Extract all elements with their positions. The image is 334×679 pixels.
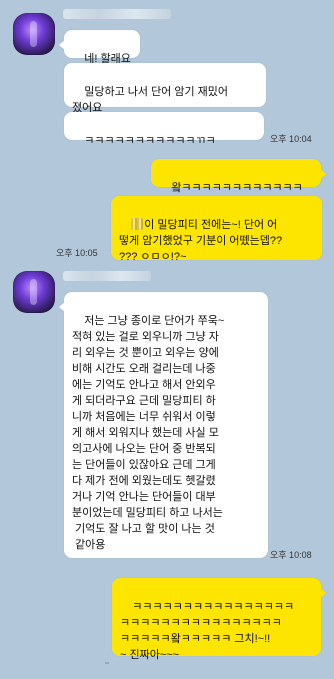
incoming-message-1[interactable]: 네! 할래요 [59, 30, 140, 65]
message-text-5: 이 밀당피티 전에는~! 단어 어 떻게 암기했었구 기분이 어뗐는뎁?? ??… [119, 219, 283, 263]
message-text-3: ㅋㅋㅋㅋㅋㅋㅋㅋㅋㅋㅋㄲㅋ [84, 135, 216, 147]
outgoing-message-3[interactable]: ㅋㅋㅋㅋㅋㅋㅋㅋㅋㅋㅋㅋㅋㅋㅋㅋ ㅋㅋㅋㅋㅋㅋㅋㅋㅋㅋㅋㅋㅋㅋㅋㅋ ㅋㅋㅋㅋㅋ왘… [112, 578, 326, 661]
incoming-message-4[interactable]: 저는 그냥 종이로 단어가 쭈욱~ 적혀 있는 걸로 외우니까 그냥 자 리 외… [59, 292, 268, 558]
sender-avatar[interactable] [13, 13, 55, 55]
message-time-1: 오후 10:04 [270, 134, 312, 144]
incoming-message-2[interactable]: 밀당하고 나서 단어 암기 재밌어 졌어요 [64, 63, 266, 114]
message-time-2: 오후 10:05 [56, 248, 98, 258]
message-text-2: 밀당하고 나서 단어 암기 재밌어 졌어요 [72, 86, 229, 114]
incoming-message-3[interactable]: ㅋㅋㅋㅋㅋㅋㅋㅋㅋㅋㅋㄲㅋ [64, 112, 264, 147]
message-text-4: 왘ㅋㅋㅋㅋㅋㅋㅋㅋㅋㅋㅋㅋ [171, 182, 303, 194]
message-time-3: 오후 10:08 [270, 550, 312, 560]
chat-screen: 네! 할래요 밀당하고 나서 단어 암기 재밌어 졌어요 ㅋㅋㅋㅋㅋㅋㅋㅋㅋㅋㅋ… [0, 0, 334, 664]
message-text-7: ㅋㅋㅋㅋㅋㅋㅋㅋㅋㅋㅋㅋㅋㅋㅋㅋ ㅋㅋㅋㅋㅋㅋㅋㅋㅋㅋㅋㅋㅋㅋㅋㅋ ㅋㅋㅋㅋㅋ왘… [120, 601, 295, 661]
sender-name-redacted [63, 9, 171, 19]
outgoing-message-2[interactable]: 이 밀당피티 전에는~! 단어 어 떻게 암기했었구 기분이 어뗐는뎁?? ??… [111, 196, 322, 263]
message-text-6: 저는 그냥 종이로 단어가 쭈욱~ 적혀 있는 걸로 외우니까 그냥 자 리 외… [72, 315, 225, 551]
sender-name-redacted [63, 271, 151, 281]
redacted-name-image [131, 218, 144, 230]
outgoing-message-1[interactable]: 왘ㅋㅋㅋㅋㅋㅋㅋㅋㅋㅋㅋㅋ [151, 159, 326, 194]
sender-avatar[interactable] [13, 271, 55, 313]
